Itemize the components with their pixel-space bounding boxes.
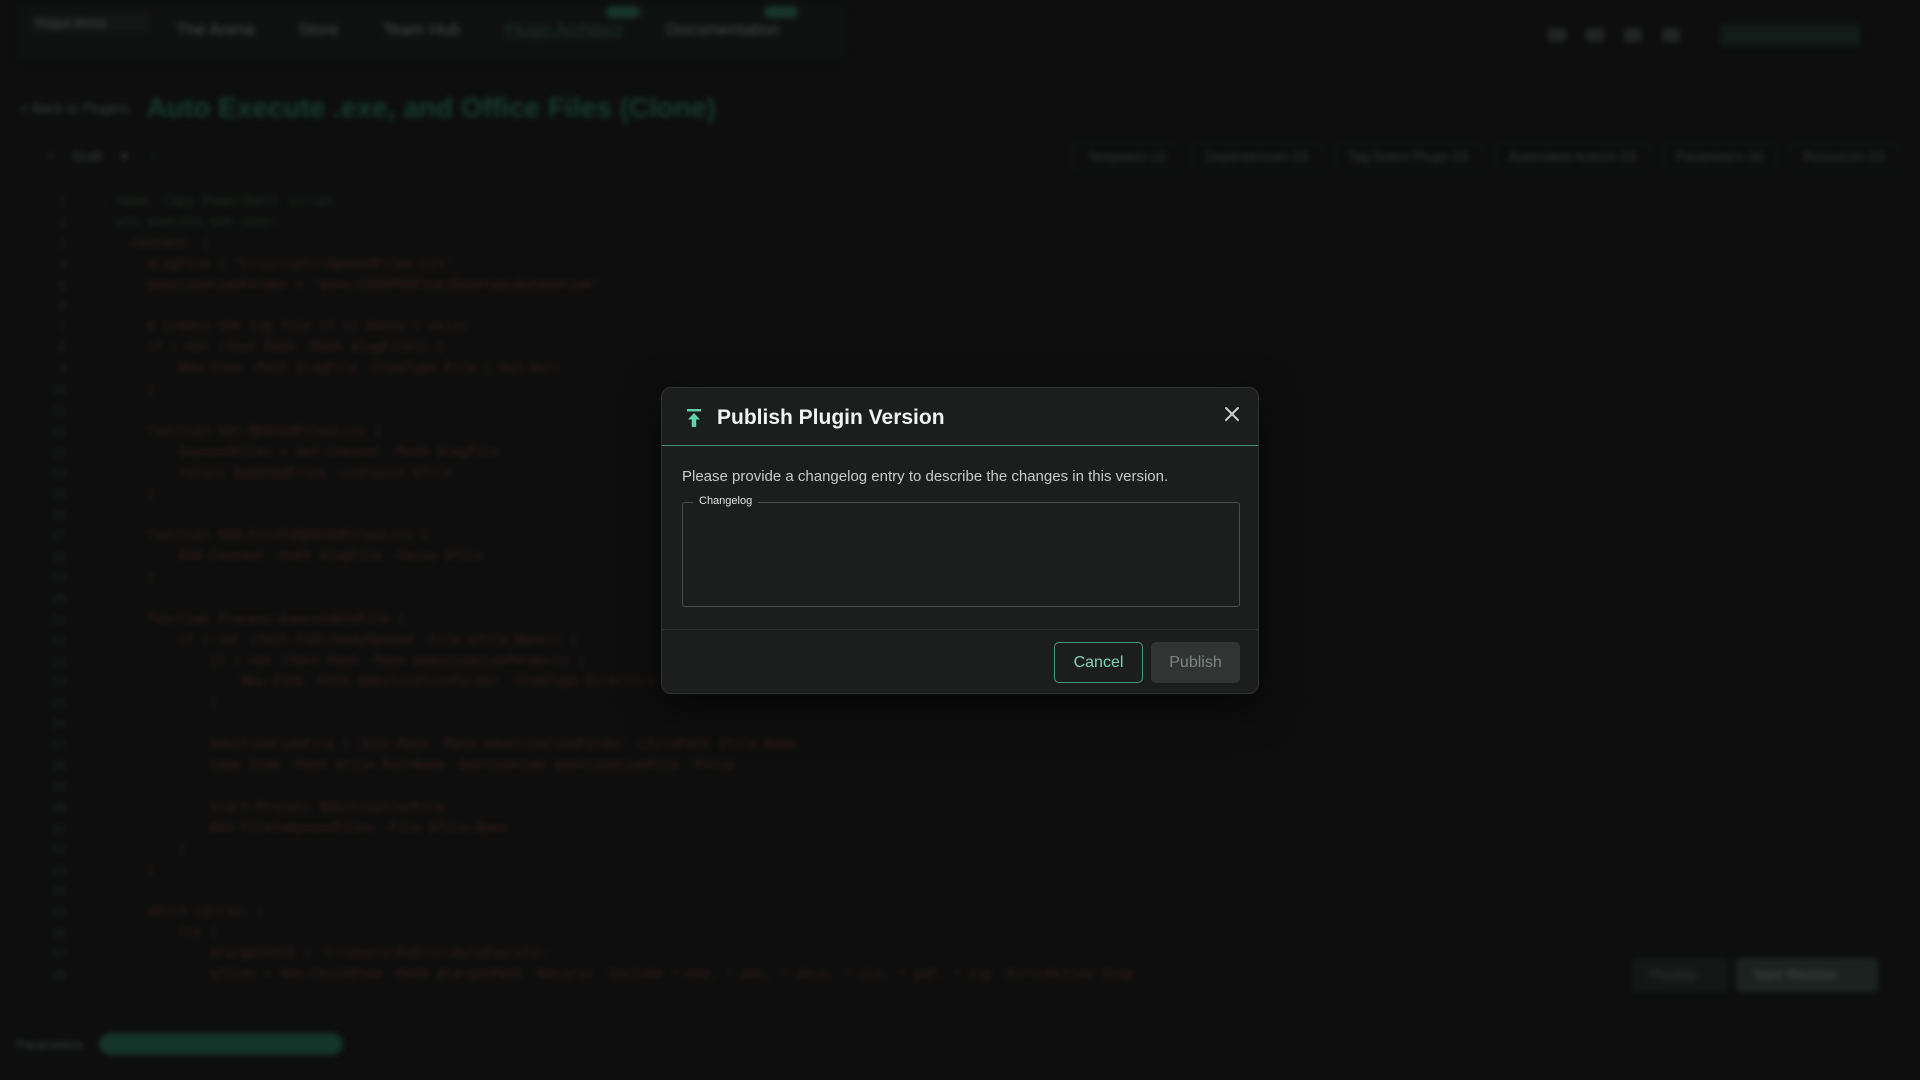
publish-plugin-dialog: Publish Plugin Version Please provide a … <box>661 387 1259 694</box>
dialog-body: Please provide a changelog entry to desc… <box>682 446 1240 607</box>
publish-button[interactable]: Publish <box>1151 642 1240 683</box>
dialog-title: Publish Plugin Version <box>717 406 945 429</box>
close-icon[interactable] <box>1220 402 1244 426</box>
cancel-button[interactable]: Cancel <box>1054 642 1143 683</box>
changelog-field: Changelog <box>682 495 1240 607</box>
dialog-header: Publish Plugin Version <box>662 388 1258 446</box>
dialog-description: Please provide a changelog entry to desc… <box>682 468 1169 485</box>
changelog-input[interactable] <box>683 503 1239 606</box>
dialog-footer: Cancel Publish <box>662 629 1258 693</box>
publish-icon <box>687 409 701 427</box>
